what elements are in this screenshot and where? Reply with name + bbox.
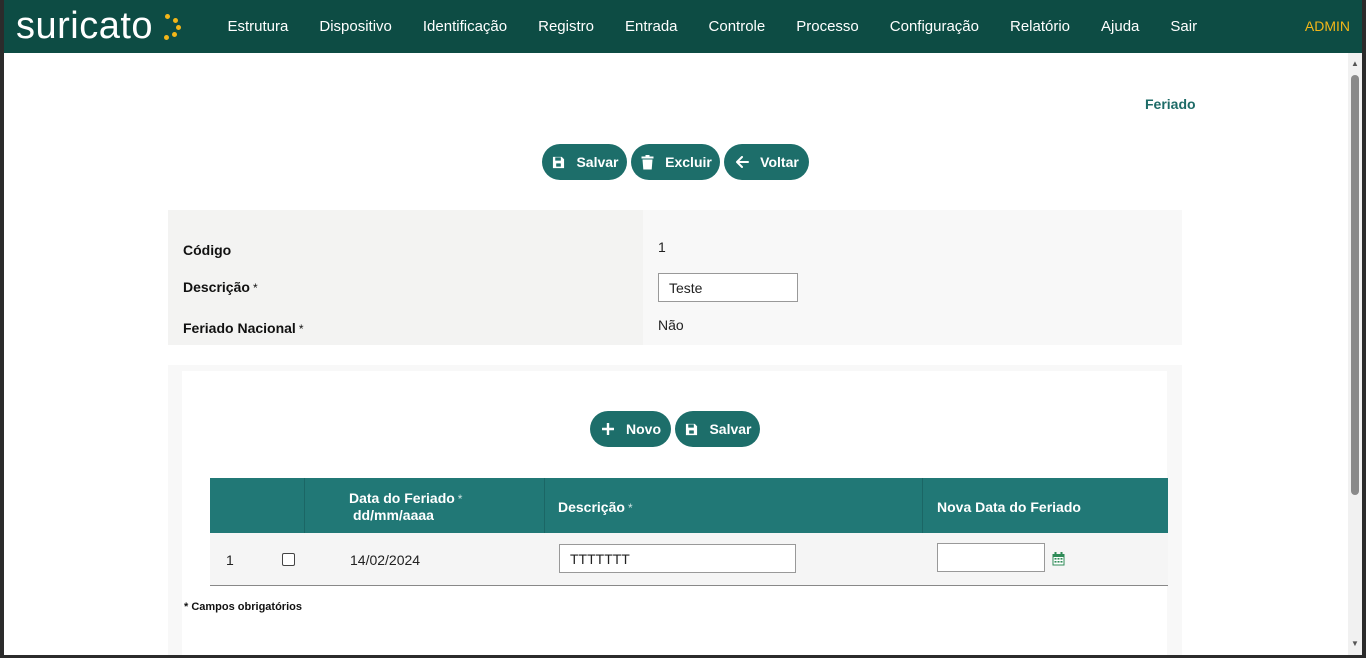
scroll-up-arrow-icon[interactable]: ▲ [1348,57,1362,71]
page-title: Feriado [1145,96,1196,112]
top-navbar: suricato Estrutura Dispositivo Identific… [4,0,1362,53]
nav-item-processo[interactable]: Processo [781,18,875,35]
table-header: Data do Feriado * dd/mm/aaaa Descrição * N… [210,478,1168,533]
suricato-logo[interactable]: suricato [16,2,182,50]
column-header-date-label: Data do Feriado [349,490,455,506]
nav-item-dispositivo[interactable]: Dispositivo [304,18,408,35]
nav-item-identificacao[interactable]: Identificação [407,18,522,35]
required-mark: * [298,322,304,336]
floppy-disk-icon [683,421,699,437]
column-header-description[interactable]: Descrição * [558,499,633,515]
delete-button-label: Excluir [665,154,712,170]
row-select-checkbox[interactable] [282,553,295,566]
row-description-input[interactable] [559,544,796,573]
column-divider [922,478,923,533]
row-date: 14/02/2024 [350,552,421,568]
trash-icon [639,154,655,170]
form-labels-column: Código Descrição * Feriado Nacional * [168,210,643,345]
nav-item-ajuda[interactable]: Ajuda [1086,18,1155,35]
description-label: Descrição * [183,279,258,295]
delete-button[interactable]: Excluir [631,144,720,180]
required-mark: * [627,501,633,515]
save-button[interactable]: Salvar [542,144,627,180]
logo-dots-icon [155,11,182,41]
nav-item-sair[interactable]: Sair [1155,18,1213,35]
holiday-form: Código Descrição* Feriado Nacional* 1 Nã… [168,210,1182,345]
date-format-hint: dd/mm/aaaa [353,507,434,523]
nav-item-registro[interactable]: Registro [523,18,610,35]
column-header-description-label: Descrição [558,499,625,515]
save-dates-button-label: Salvar [709,421,752,437]
scrollbar-thumb[interactable] [1351,75,1359,495]
user-name[interactable]: ADMIN [1305,18,1350,34]
save-button-label: Salvar [576,154,619,170]
code-value: 1 [658,239,666,255]
nav-item-relatorio[interactable]: Relatório [995,18,1086,35]
arrow-left-icon [734,154,750,170]
column-header-new-date[interactable]: Nova Data do Feriado [937,499,1081,515]
logo-text: suricato [16,5,154,47]
description-input[interactable] [658,273,798,302]
nav-item-configuracao[interactable]: Configuração [874,18,994,35]
main-content: Feriado Salvar Excluir Voltar Código Des… [4,53,1348,655]
holiday-dates-section: Novo Salvar Data do Feriado* dd/mm/aaaa [168,365,1182,655]
row-index: 1 [226,552,234,568]
vertical-scrollbar[interactable]: ▲ ▼ [1348,53,1362,655]
holiday-dates-panel: Novo Salvar Data do Feriado* dd/mm/aaaa [182,371,1168,655]
floppy-disk-icon [550,154,566,170]
row-new-date-input[interactable] [937,543,1045,572]
new-button-label: Novo [626,421,661,437]
national-holiday-value: Não [658,317,684,333]
national-holiday-label: Feriado Nacional * [183,320,303,336]
nav-item-controle[interactable]: Controle [693,18,781,35]
nav-item-entrada[interactable]: Entrada [609,18,693,35]
column-divider [544,478,545,533]
plus-icon [600,421,616,437]
code-label: Código [183,242,232,258]
save-dates-button[interactable]: Salvar [675,411,760,447]
back-button[interactable]: Voltar [724,144,809,180]
scroll-down-arrow-icon[interactable]: ▼ [1348,637,1362,651]
calendar-icon[interactable] [1052,552,1065,571]
table-row: 1 14/02/2024 [210,533,1168,586]
national-holiday-label-text: Feriado Nacional [183,320,296,336]
required-mark: * [457,492,463,506]
new-button[interactable]: Novo [590,411,671,447]
required-fields-note: * Campos obrigatórios [184,601,302,613]
column-divider [304,478,305,533]
main-menu: Estrutura Dispositivo Identificação Regi… [212,0,1213,53]
back-button-label: Voltar [760,154,799,170]
nav-item-estrutura[interactable]: Estrutura [212,18,304,35]
required-mark: * [252,281,258,295]
description-label-text: Descrição [183,279,250,295]
column-header-date[interactable]: Data do Feriado * [349,490,462,506]
